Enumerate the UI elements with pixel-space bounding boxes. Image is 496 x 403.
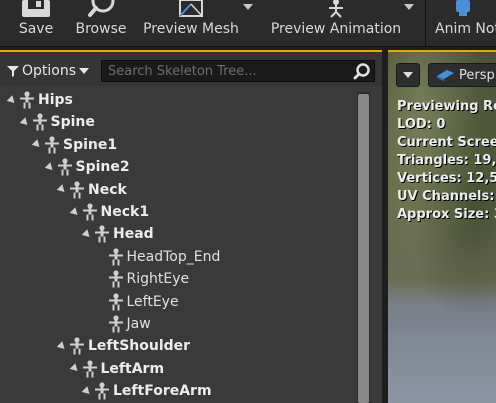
bone-label: Spine1 bbox=[63, 136, 118, 153]
bone-icon bbox=[45, 136, 59, 154]
bone-label: Spine2 bbox=[75, 159, 130, 176]
expand-arrow-icon[interactable] bbox=[81, 229, 93, 240]
bone-label: Neck1 bbox=[100, 204, 150, 220]
expand-arrow-icon[interactable] bbox=[69, 363, 80, 375]
expand-arrow-icon[interactable] bbox=[56, 341, 68, 352]
bone-icon bbox=[70, 180, 84, 199]
view-mode-button[interactable]: Persp bbox=[428, 63, 496, 87]
options-button[interactable]: Options bbox=[7, 62, 90, 80]
viewport-floor bbox=[388, 330, 496, 403]
bone-icon bbox=[20, 91, 34, 109]
asset-toolbar: Save Browse Preview Mesh Preview Animati… bbox=[0, 0, 496, 47]
search-input[interactable] bbox=[102, 61, 360, 81]
magnifier-icon bbox=[88, 0, 115, 17]
bone-label: Head bbox=[113, 226, 154, 243]
bone-icon bbox=[108, 292, 123, 311]
bone-row[interactable]: Hips bbox=[6, 89, 73, 111]
bone-label: LeftForeArm bbox=[113, 383, 212, 400]
expand-arrow-icon[interactable] bbox=[19, 117, 30, 128]
bone-icon bbox=[108, 315, 123, 333]
viewport-stat-line: Vertices: 12,58 bbox=[397, 171, 496, 186]
expand-arrow-icon[interactable] bbox=[81, 385, 93, 397]
bone-row[interactable]: LeftForeArm bbox=[81, 380, 212, 402]
bone-row[interactable]: Spine bbox=[19, 111, 95, 133]
anim-notify-label: Anim Not bbox=[435, 21, 496, 37]
viewport-stat-line: Triangles: 19,4 bbox=[397, 153, 496, 168]
bone-icon bbox=[70, 337, 84, 355]
viewport-stat-line: UV Channels: bbox=[397, 189, 495, 204]
anim-notify-icon bbox=[456, 0, 470, 16]
bone-row[interactable]: Spine1 bbox=[31, 134, 118, 156]
bone-row[interactable]: Head bbox=[81, 223, 154, 245]
search-field[interactable] bbox=[101, 60, 375, 82]
viewport-stat-line: Previewing Re bbox=[397, 99, 496, 114]
preview-animation-label: Preview Animation bbox=[270, 21, 402, 37]
filter-icon bbox=[7, 66, 19, 77]
preview-animation-button[interactable]: Preview Animation bbox=[268, 0, 404, 44]
bone-icon bbox=[57, 158, 72, 176]
skeleton-tree-header: Options bbox=[0, 52, 382, 86]
viewport-stat-line: LOD: 0 bbox=[397, 117, 446, 132]
expand-arrow-icon[interactable] bbox=[31, 139, 43, 151]
bone-row[interactable]: Neck1 bbox=[69, 201, 150, 223]
expand-arrow-icon[interactable] bbox=[69, 206, 80, 218]
viewport-options-button[interactable] bbox=[396, 63, 420, 87]
bone-label: LeftArm bbox=[100, 360, 165, 377]
browse-label: Browse bbox=[75, 21, 127, 37]
search-icon[interactable] bbox=[353, 63, 371, 81]
anim-notify-button[interactable]: Anim Not bbox=[430, 0, 496, 44]
tree-scrollbar-thumb[interactable] bbox=[358, 94, 369, 403]
preview-mesh-dropdown-icon[interactable] bbox=[243, 4, 253, 10]
skeleton-tree-panel: Options Hips Spine Spine1 Spine2 Neck Neck1 He… bbox=[0, 50, 382, 403]
bone-tree-list: Hips Spine Spine1 Spine2 Neck Neck1 Head HeadTo… bbox=[0, 89, 355, 403]
bone-label: RightEye bbox=[126, 271, 190, 288]
options-label: Options bbox=[22, 63, 77, 79]
bone-icon bbox=[82, 203, 97, 221]
bone-icon bbox=[95, 382, 109, 400]
bone-row[interactable]: RightEye bbox=[108, 268, 190, 290]
bone-icon bbox=[82, 360, 97, 378]
browse-button[interactable]: Browse bbox=[70, 0, 132, 44]
bone-row[interactable]: Neck bbox=[56, 179, 127, 201]
bone-label: Jaw bbox=[126, 316, 151, 332]
viewport-stats: Previewing Re LOD: 0 Current Screen Triangl… bbox=[397, 98, 496, 224]
view-mode-label: Persp bbox=[459, 67, 495, 83]
preview-viewport[interactable]: Persp Previewing Re LOD: 0 Current Screen T… bbox=[388, 50, 496, 403]
toolbar-separator bbox=[425, 0, 426, 46]
bone-row[interactable]: HeadTop_End bbox=[108, 246, 221, 268]
bone-icon bbox=[95, 225, 109, 243]
chevron-down-icon bbox=[79, 68, 90, 74]
bone-icon bbox=[108, 248, 123, 266]
viewport-stat-line: Current Screen bbox=[397, 135, 496, 150]
bone-row[interactable]: Jaw bbox=[108, 313, 151, 335]
bone-label: HeadTop_End bbox=[126, 248, 221, 265]
preview-animation-dropdown-icon[interactable] bbox=[404, 4, 414, 10]
chevron-down-icon bbox=[403, 72, 413, 78]
save-button[interactable]: Save bbox=[10, 0, 62, 44]
expand-arrow-icon[interactable] bbox=[44, 161, 55, 173]
bone-row[interactable]: LeftShoulder bbox=[56, 335, 191, 357]
save-label: Save bbox=[18, 21, 54, 37]
bone-label: Hips bbox=[38, 92, 73, 108]
tree-scrollbar[interactable] bbox=[357, 92, 370, 403]
bone-label: Spine bbox=[50, 114, 95, 131]
mesh-icon bbox=[179, 0, 203, 17]
bone-icon bbox=[108, 270, 123, 288]
bone-label: Neck bbox=[88, 181, 127, 198]
bone-row[interactable]: LeftEye bbox=[108, 291, 179, 313]
expand-arrow-icon[interactable] bbox=[56, 184, 68, 195]
perspective-cube-icon bbox=[437, 70, 454, 81]
save-icon bbox=[22, 0, 50, 17]
bone-label: LeftShoulder bbox=[88, 338, 191, 355]
preview-mesh-label: Preview Mesh bbox=[143, 21, 239, 37]
bone-row[interactable]: LeftArm bbox=[69, 358, 165, 380]
expand-arrow-icon[interactable] bbox=[6, 94, 18, 106]
bone-label: LeftEye bbox=[126, 293, 179, 310]
bone-icon bbox=[32, 113, 47, 131]
animation-figure-icon bbox=[329, 0, 343, 18]
bone-row[interactable]: Spine2 bbox=[44, 156, 130, 178]
viewport-stat-line: Approx Size: 3 bbox=[397, 207, 496, 222]
preview-mesh-button[interactable]: Preview Mesh bbox=[140, 0, 242, 44]
